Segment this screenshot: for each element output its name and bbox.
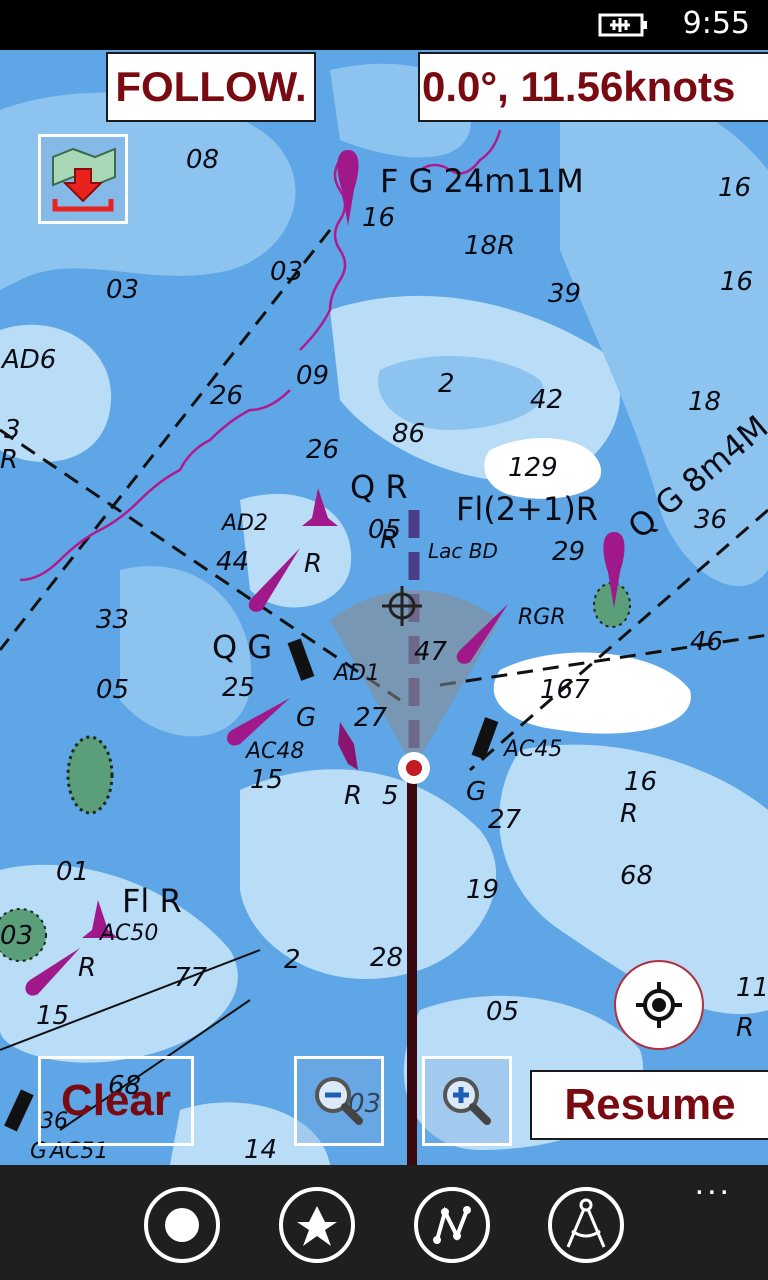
waypoint-button[interactable] [279, 1187, 355, 1263]
course-speed-readout: 0.0°, 11.56knots [418, 52, 768, 122]
record-icon [165, 1208, 199, 1242]
svg-text:R: R [620, 799, 638, 829]
download-charts-button[interactable] [38, 134, 128, 224]
svg-text:08: 08 [186, 145, 219, 175]
svg-text:G: G [466, 777, 486, 807]
follow-mode-label[interactable]: FOLLOW. [106, 52, 316, 122]
buoy-marker [337, 150, 359, 226]
svg-text:05: 05 [486, 997, 519, 1027]
svg-text:18: 18 [688, 387, 721, 417]
svg-text:16: 16 [718, 173, 751, 203]
svg-text:28: 28 [370, 943, 403, 973]
beacon-marker [471, 717, 499, 760]
route-button[interactable] [414, 1187, 490, 1263]
svg-text:3: 3 [4, 415, 21, 445]
svg-text:03: 03 [0, 921, 33, 951]
shallow-area [240, 769, 497, 979]
svg-text:25: 25 [222, 673, 255, 703]
svg-text:27: 27 [354, 703, 388, 733]
svg-text:03: 03 [106, 275, 139, 305]
svg-text:42: 42 [530, 385, 563, 415]
svg-text:14: 14 [244, 1135, 277, 1165]
svg-text:05: 05 [96, 675, 129, 705]
rock-area [66, 735, 114, 815]
svg-text:R: R [304, 549, 322, 579]
svg-text:27: 27 [488, 805, 522, 835]
svg-text:15: 15 [250, 765, 283, 795]
svg-text:R: R [736, 1013, 754, 1043]
status-bar: 9:55 [0, 0, 768, 50]
svg-text:Fl R: Fl R [122, 882, 182, 920]
svg-text:F G 24m11M: F G 24m11M [380, 162, 584, 200]
svg-text:129: 129 [508, 453, 558, 483]
svg-text:AD1: AD1 [332, 661, 380, 686]
beacon-marker [287, 638, 315, 681]
svg-text:68: 68 [620, 861, 653, 891]
svg-text:19: 19 [466, 875, 499, 905]
svg-text:36: 36 [694, 505, 727, 535]
svg-text:33: 33 [96, 605, 129, 635]
svg-text:RGR: RGR [518, 605, 566, 630]
svg-text:15: 15 [36, 1001, 69, 1031]
svg-text:47: 47 [414, 637, 448, 667]
svg-text:Q G: Q G [212, 628, 272, 666]
download-map-icon [52, 147, 116, 212]
svg-text:R: R [380, 525, 398, 555]
svg-text:5: 5 [382, 781, 399, 811]
svg-text:46: 46 [690, 627, 723, 657]
svg-text:R: R [344, 781, 362, 811]
status-time: 9:55 [682, 6, 750, 41]
svg-text:2: 2 [284, 945, 301, 975]
svg-text:AD6: AD6 [0, 345, 56, 375]
svg-text:77: 77 [174, 963, 208, 993]
svg-text:R: R [0, 445, 18, 475]
svg-text:Q R: Q R [350, 468, 408, 506]
svg-text:03: 03 [270, 257, 303, 287]
more-menu-button[interactable]: ... [695, 1166, 732, 1200]
center-location-button[interactable] [614, 960, 704, 1050]
svg-text:01: 01 [56, 857, 89, 887]
svg-text:86: 86 [392, 419, 425, 449]
svg-text:G: G [296, 703, 316, 733]
svg-text:2: 2 [438, 369, 455, 399]
battery-charging-icon [598, 13, 647, 37]
svg-text:39: 39 [548, 279, 581, 309]
waypoint-icon [297, 1206, 337, 1246]
svg-text:09: 09 [296, 361, 329, 391]
zoom-in-button[interactable] [422, 1056, 512, 1146]
svg-text:18R: 18R [464, 231, 515, 261]
resume-button[interactable]: Resume [530, 1070, 768, 1140]
svg-text:16: 16 [720, 267, 753, 297]
svg-text:AC45: AC45 [502, 737, 562, 762]
svg-text:16: 16 [624, 767, 657, 797]
nautical-chart[interactable]: 08 16 18R 03 03 16 16 39 AD6 26 09 2 42 … [0, 50, 768, 1165]
svg-text:Fl(2+1)R: Fl(2+1)R [456, 490, 598, 528]
svg-text:29: 29 [552, 537, 585, 567]
clear-button[interactable]: Clear [38, 1056, 194, 1146]
svg-text:AC50: AC50 [98, 921, 158, 946]
beacon-marker [4, 1089, 34, 1132]
compass-divider-icon [566, 1198, 606, 1248]
svg-text:16: 16 [362, 203, 395, 233]
zoom-out-icon [315, 1077, 363, 1125]
svg-text:AD2: AD2 [220, 511, 268, 536]
route-icon [433, 1206, 471, 1244]
svg-text:R: R [78, 953, 96, 983]
measure-button[interactable] [548, 1187, 624, 1263]
record-track-button[interactable] [144, 1187, 220, 1263]
target-icon [636, 982, 682, 1028]
svg-text:26: 26 [306, 435, 339, 465]
svg-text:167: 167 [540, 675, 590, 705]
zoom-in-icon [443, 1077, 491, 1125]
zoom-out-button[interactable] [294, 1056, 384, 1146]
app-bar: ... [0, 1165, 768, 1280]
svg-text:Lac BD: Lac BD [428, 539, 498, 563]
svg-text:26: 26 [210, 381, 243, 411]
svg-text:11: 11 [736, 973, 768, 1003]
svg-text:44: 44 [216, 547, 249, 577]
svg-text:AC48: AC48 [244, 739, 304, 764]
